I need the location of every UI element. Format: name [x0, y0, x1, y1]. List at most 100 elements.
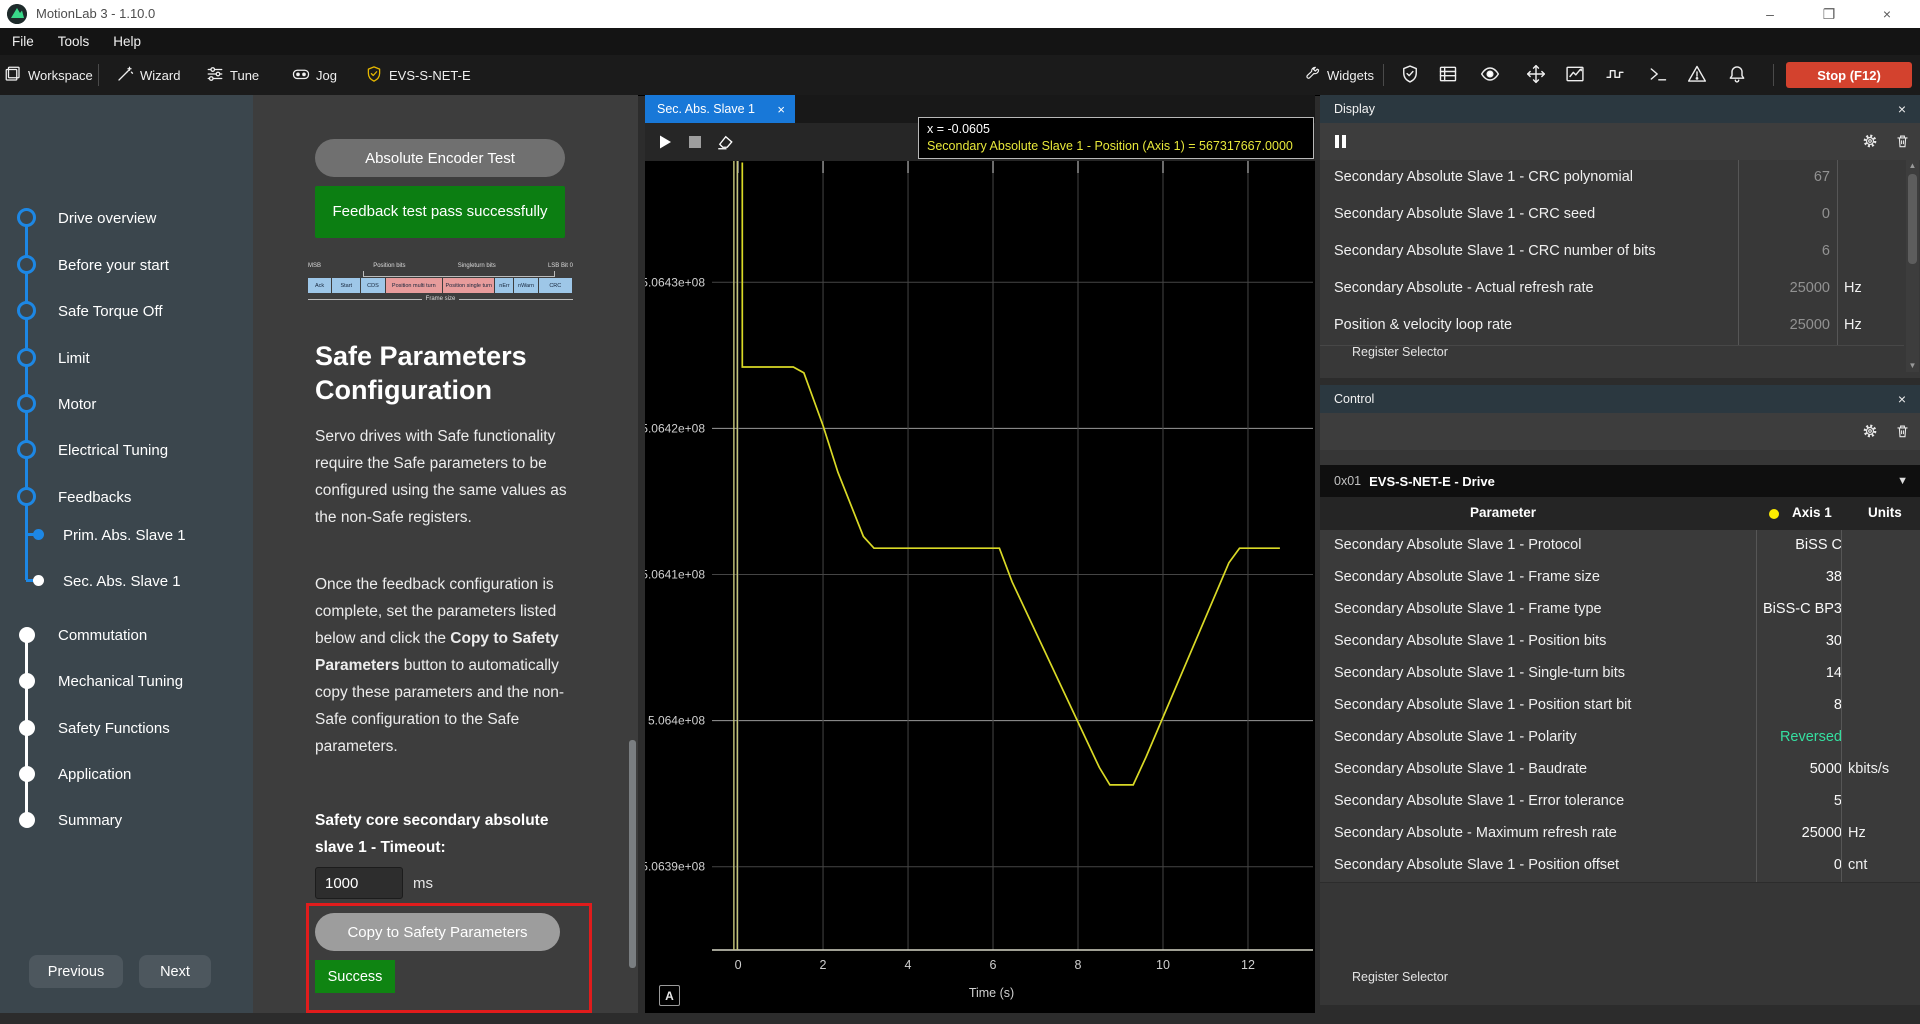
- sidebar-step-mechanical-tuning[interactable]: Mechanical Tuning: [0, 670, 253, 692]
- toolbar-register-table-button[interactable]: [1438, 55, 1458, 95]
- column-divider: [1837, 271, 1838, 308]
- toolbar-evs-s-net-e-button[interactable]: EVS-S-NET-E: [365, 55, 471, 95]
- display-row[interactable]: Secondary Absolute Slave 1 - CRC seed0: [1320, 197, 1904, 235]
- parameter-row[interactable]: Secondary Absolute Slave 1 - Frame typeB…: [1320, 594, 1920, 627]
- control-clear-trash-icon[interactable]: [1890, 419, 1914, 443]
- parameter-row[interactable]: Secondary Absolute Slave 1 - PolarityRev…: [1320, 722, 1920, 755]
- parameter-value[interactable]: 14: [1826, 665, 1842, 681]
- sidebar-step-safe-torque-off[interactable]: Safe Torque Off: [0, 300, 253, 322]
- toolbar-terminal-button[interactable]: [1648, 55, 1668, 95]
- sidebar-step-application[interactable]: Application: [0, 763, 253, 785]
- axis-color-dot: [1769, 509, 1779, 519]
- parameter-row[interactable]: Secondary Absolute Slave 1 - Error toler…: [1320, 786, 1920, 819]
- scope-tab-close-icon[interactable]: ×: [777, 102, 785, 117]
- toolbar-tune-button[interactable]: Tune: [206, 55, 259, 95]
- toolbar-label: Workspace: [28, 68, 93, 83]
- toolbar-move-button[interactable]: [1526, 55, 1546, 95]
- sidebar-step-prim-abs-slave-1[interactable]: Prim. Abs. Slave 1: [0, 524, 253, 546]
- toolbar-widgets-button[interactable]: Widgets: [1304, 55, 1374, 95]
- parameter-row[interactable]: Secondary Absolute Slave 1 - Single-turn…: [1320, 658, 1920, 691]
- copy-to-safety-parameters-button[interactable]: Copy to Safety Parameters: [315, 913, 560, 951]
- column-divider: [1756, 594, 1757, 626]
- display-row[interactable]: Secondary Absolute Slave 1 - CRC number …: [1320, 234, 1904, 272]
- parameter-value[interactable]: BiSS-C BP3: [1763, 601, 1842, 617]
- menu-file[interactable]: File: [0, 28, 46, 55]
- parameter-row[interactable]: Secondary Absolute - Maximum refresh rat…: [1320, 818, 1920, 851]
- parameter-unit: Hz: [1848, 825, 1866, 841]
- parameter-row[interactable]: Secondary Absolute Slave 1 - Position st…: [1320, 690, 1920, 723]
- display-row[interactable]: Secondary Absolute - Actual refresh rate…: [1320, 271, 1904, 309]
- toolbar-warning-button[interactable]: [1687, 55, 1707, 95]
- sidebar-step-electrical-tuning[interactable]: Electrical Tuning: [0, 439, 253, 461]
- scroll-up-icon[interactable]: ▲: [1906, 160, 1919, 172]
- toolbar-scope-chart-button[interactable]: [1565, 55, 1585, 95]
- timeout-input[interactable]: [315, 867, 403, 899]
- main-toolbar: Workspace Wizard Tune Jog EVS-S-NET-E Widget…: [0, 55, 1920, 96]
- close-button[interactable]: ×: [1864, 0, 1910, 28]
- clear-eraser-button[interactable]: [713, 130, 737, 154]
- control-register-selector-link[interactable]: Register Selector: [1352, 970, 1448, 984]
- autoscale-button[interactable]: A: [659, 985, 680, 1006]
- drive-name: EVS-S-NET-E - Drive: [1369, 474, 1495, 489]
- sidebar-step-before-your-start[interactable]: Before your start: [0, 254, 253, 276]
- stop-record-button[interactable]: [683, 130, 707, 154]
- tab-sec-abs-slave-1[interactable]: Sec. Abs. Slave 1 ×: [645, 95, 795, 123]
- display-scrollbar[interactable]: ▲ ▼: [1906, 160, 1919, 372]
- control-settings-gear-icon[interactable]: [1858, 419, 1882, 443]
- display-panel-close-icon[interactable]: ×: [1898, 101, 1906, 117]
- toolbar-bell-button[interactable]: [1727, 55, 1747, 95]
- sidebar-step-safety-functions[interactable]: Safety Functions: [0, 717, 253, 739]
- display-settings-gear-icon[interactable]: [1858, 129, 1882, 153]
- toolbar-wizard-button[interactable]: Wizard: [116, 55, 180, 95]
- sidebar-step-sec-abs-slave-1[interactable]: Sec. Abs. Slave 1: [0, 570, 253, 592]
- display-clear-trash-icon[interactable]: [1890, 129, 1914, 153]
- widgets-label: Widgets: [1327, 68, 1374, 83]
- display-row[interactable]: Position & velocity loop rate25000Hz: [1320, 308, 1904, 346]
- toolbar-divider: [98, 64, 99, 86]
- diagram-cell: CDS: [361, 278, 385, 293]
- pause-button[interactable]: [1328, 129, 1352, 153]
- parameter-value[interactable]: 30: [1826, 633, 1842, 649]
- toolbar-shield-check-button[interactable]: [1400, 55, 1420, 95]
- menu-tools[interactable]: Tools: [46, 28, 102, 55]
- sidebar-step-commutation[interactable]: Commutation: [0, 624, 253, 646]
- control-panel-close-icon[interactable]: ×: [1898, 391, 1906, 407]
- parameter-row[interactable]: Secondary Absolute Slave 1 - Baudrate500…: [1320, 754, 1920, 787]
- display-row[interactable]: Secondary Absolute Slave 1 - CRC polynom…: [1320, 160, 1904, 198]
- menu-help[interactable]: Help: [101, 28, 153, 55]
- minimize-button[interactable]: –: [1747, 0, 1793, 28]
- parameter-value[interactable]: 38: [1826, 569, 1842, 585]
- sidebar-step-limit[interactable]: Limit: [0, 347, 253, 369]
- restore-button[interactable]: ❐: [1806, 0, 1852, 28]
- stop-button[interactable]: Stop (F12): [1786, 62, 1912, 88]
- drive-section-header[interactable]: 0x01 EVS-S-NET-E - Drive ▼: [1320, 465, 1920, 497]
- display-register-selector-link[interactable]: Register Selector: [1352, 345, 1448, 359]
- parameter-value[interactable]: BiSS C: [1795, 537, 1842, 553]
- sidebar-step-feedbacks[interactable]: Feedbacks: [0, 486, 253, 508]
- toolbar-jog-button[interactable]: Jog: [292, 55, 337, 95]
- parameter-row[interactable]: Secondary Absolute Slave 1 - ProtocolBiS…: [1320, 530, 1920, 563]
- content-scrollbar[interactable]: [629, 740, 636, 968]
- parameter-row[interactable]: Secondary Absolute Slave 1 - Frame size3…: [1320, 562, 1920, 595]
- chevron-down-icon[interactable]: ▼: [1897, 475, 1908, 487]
- parameter-value[interactable]: 25000: [1802, 825, 1842, 841]
- parameter-row[interactable]: Secondary Absolute Slave 1 - Position bi…: [1320, 626, 1920, 659]
- scope-plot-area[interactable]: 5.0643e+085.0642e+085.0641e+085.064e+085…: [645, 161, 1315, 1013]
- absolute-encoder-test-button[interactable]: Absolute Encoder Test: [315, 139, 565, 177]
- parameter-value[interactable]: Reversed: [1780, 729, 1842, 745]
- play-button[interactable]: [653, 130, 677, 154]
- next-button[interactable]: Next: [139, 955, 211, 988]
- toolbar-signal-pulse-button[interactable]: [1605, 55, 1625, 95]
- biss-frame-diagram: MSBPosition bitsSingleturn bitsLSB Bit 0…: [308, 263, 573, 325]
- sidebar-step-summary[interactable]: Summary: [0, 809, 253, 831]
- x-tick-label: 4: [905, 958, 912, 972]
- toolbar-workspace-button[interactable]: Workspace: [4, 55, 93, 95]
- previous-button[interactable]: Previous: [29, 955, 123, 988]
- sidebar-step-drive-overview[interactable]: Drive overview: [0, 207, 253, 229]
- parameter-row[interactable]: Secondary Absolute Slave 1 - Position of…: [1320, 850, 1920, 883]
- sidebar-step-motor[interactable]: Motor: [0, 393, 253, 415]
- toolbar-watch-eye-button[interactable]: [1480, 55, 1500, 95]
- parameter-value[interactable]: 5000: [1810, 761, 1842, 777]
- parameter-label: Secondary Absolute Slave 1 - Error toler…: [1334, 793, 1624, 809]
- scroll-down-icon[interactable]: ▼: [1906, 360, 1919, 372]
